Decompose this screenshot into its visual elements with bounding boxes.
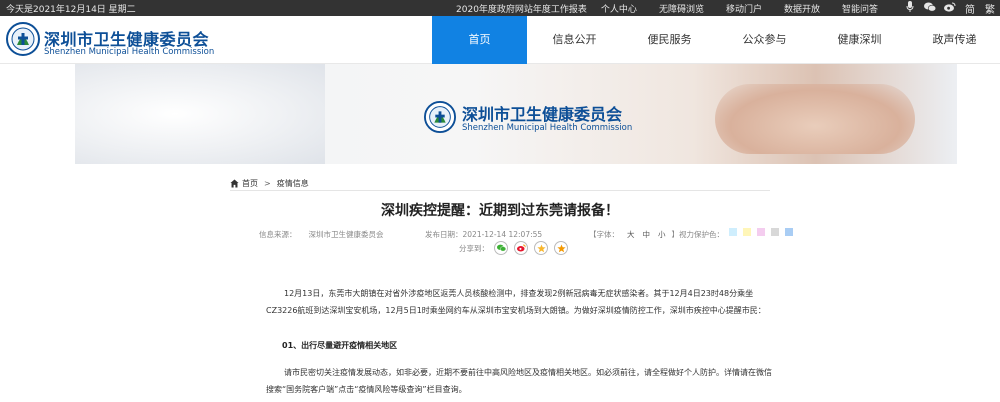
font-size-close: 】 — [671, 230, 680, 239]
article-heading-1: 01、出行尽量避开疫情相关地区 — [282, 341, 398, 350]
open-data-link[interactable]: 数据开放 — [784, 2, 820, 15]
share-label: 分享到： — [459, 243, 489, 253]
main-nav: 首页 信息公开 便民服务 公众参与 健康深圳 政声传递 — [432, 16, 1000, 64]
breadcrumb: 首页 > 疫情信息 — [230, 178, 309, 189]
hero-banner: 深圳市卫生健康委员会 Shenzhen Municipal Health Com… — [75, 64, 957, 164]
article-date: 发布日期：2021-12-14 12:07:55 — [425, 229, 542, 240]
font-size-selector: 【字体： 大中小】 — [589, 229, 679, 240]
smart-qa-link[interactable]: 智能问答 — [842, 2, 878, 15]
weibo-icon[interactable] — [940, 2, 960, 15]
simplified-chinese-toggle[interactable]: 简 — [960, 1, 980, 16]
article-title: 深圳疾控提醒：近期到过东莞请报备！ — [381, 203, 619, 219]
banner-background-image — [75, 64, 325, 164]
top-links: 2020年度政府网站年度工作报表 个人中心 无障碍浏览 移动门户 数据开放 智能… — [456, 0, 1000, 16]
share-weibo-icon[interactable] — [514, 241, 528, 255]
nav-public-services[interactable]: 便民服务 — [622, 16, 717, 64]
vision-color-yellow[interactable] — [743, 228, 751, 236]
vision-color-blue[interactable] — [785, 228, 793, 236]
share-favorite-icon[interactable] — [554, 241, 568, 255]
traditional-chinese-toggle[interactable]: 繁 — [980, 1, 1000, 16]
breadcrumb-home[interactable]: 首页 — [242, 178, 258, 189]
date-label: 发布日期： — [425, 230, 463, 239]
font-size-medium[interactable]: 中 — [643, 230, 651, 239]
nav-healthy-shenzhen[interactable]: 健康深圳 — [812, 16, 907, 64]
accessibility-link[interactable]: 无障碍浏览 — [659, 2, 704, 15]
font-size-label: 【字体： — [589, 230, 619, 239]
font-size-large[interactable]: 大 — [627, 230, 635, 239]
vision-color-gray[interactable] — [771, 228, 779, 236]
article-paragraph-1: 12月13日，东莞市大朗镇在对省外涉疫地区返莞人员核酸检测中，排查发现2例新冠病… — [266, 289, 766, 315]
mobile-portal-link[interactable]: 移动门户 — [726, 2, 762, 15]
date-value: 2021-12-14 12:07:55 — [462, 230, 543, 239]
nav-info-disclosure[interactable]: 信息公开 — [527, 16, 622, 64]
article-paragraph-2: 请市民密切关注疫情发展动态，如非必要，近期不要前往中高风险地区及疫情相关地区。如… — [266, 368, 772, 394]
vision-color-pink[interactable] — [757, 228, 765, 236]
nav-home[interactable]: 首页 — [432, 16, 527, 64]
breadcrumb-separator: > — [264, 179, 271, 188]
top-bar: 今天是2021年12月14日 星期二 2020年度政府网站年度工作报表 个人中心… — [0, 0, 1000, 16]
banner-hands-image — [715, 84, 915, 154]
share-bar: 分享到： — [459, 241, 574, 255]
share-qzone-icon[interactable] — [534, 241, 548, 255]
breadcrumb-current[interactable]: 疫情信息 — [277, 178, 309, 189]
share-wechat-icon[interactable] — [494, 241, 508, 255]
nav-news[interactable]: 政声传递 — [907, 16, 1000, 64]
personal-center-link[interactable]: 个人中心 — [601, 2, 637, 15]
vision-protection-label: 视力保护色： — [679, 230, 724, 239]
health-commission-logo[interactable] — [6, 22, 40, 56]
banner-logo — [424, 101, 456, 133]
source-label: 信息来源： — [259, 230, 297, 239]
source-value: 深圳市卫生健康委员会 — [308, 230, 384, 239]
banner-title: 深圳市卫生健康委员会 — [462, 105, 623, 124]
annual-report-link[interactable]: 2020年度政府网站年度工作报表 — [456, 2, 587, 15]
home-icon — [230, 179, 239, 188]
wechat-icon[interactable] — [920, 2, 940, 15]
site-subtitle: Shenzhen Municipal Health Commission — [44, 47, 215, 57]
font-size-small[interactable]: 小 — [658, 230, 666, 239]
breadcrumb-divider — [230, 190, 770, 191]
site-header: 深圳市卫生健康委员会 Shenzhen Municipal Health Com… — [0, 16, 1000, 64]
vision-color-blue-light[interactable] — [729, 228, 737, 236]
microphone-icon[interactable] — [900, 1, 920, 15]
current-date: 今天是2021年12月14日 星期二 — [6, 5, 136, 15]
banner-subtitle: Shenzhen Municipal Health Commission — [462, 123, 633, 133]
vision-color-swatches — [729, 228, 799, 236]
nav-public-participation[interactable]: 公众参与 — [717, 16, 812, 64]
article-source: 信息来源： 深圳市卫生健康委员会 — [259, 229, 384, 240]
